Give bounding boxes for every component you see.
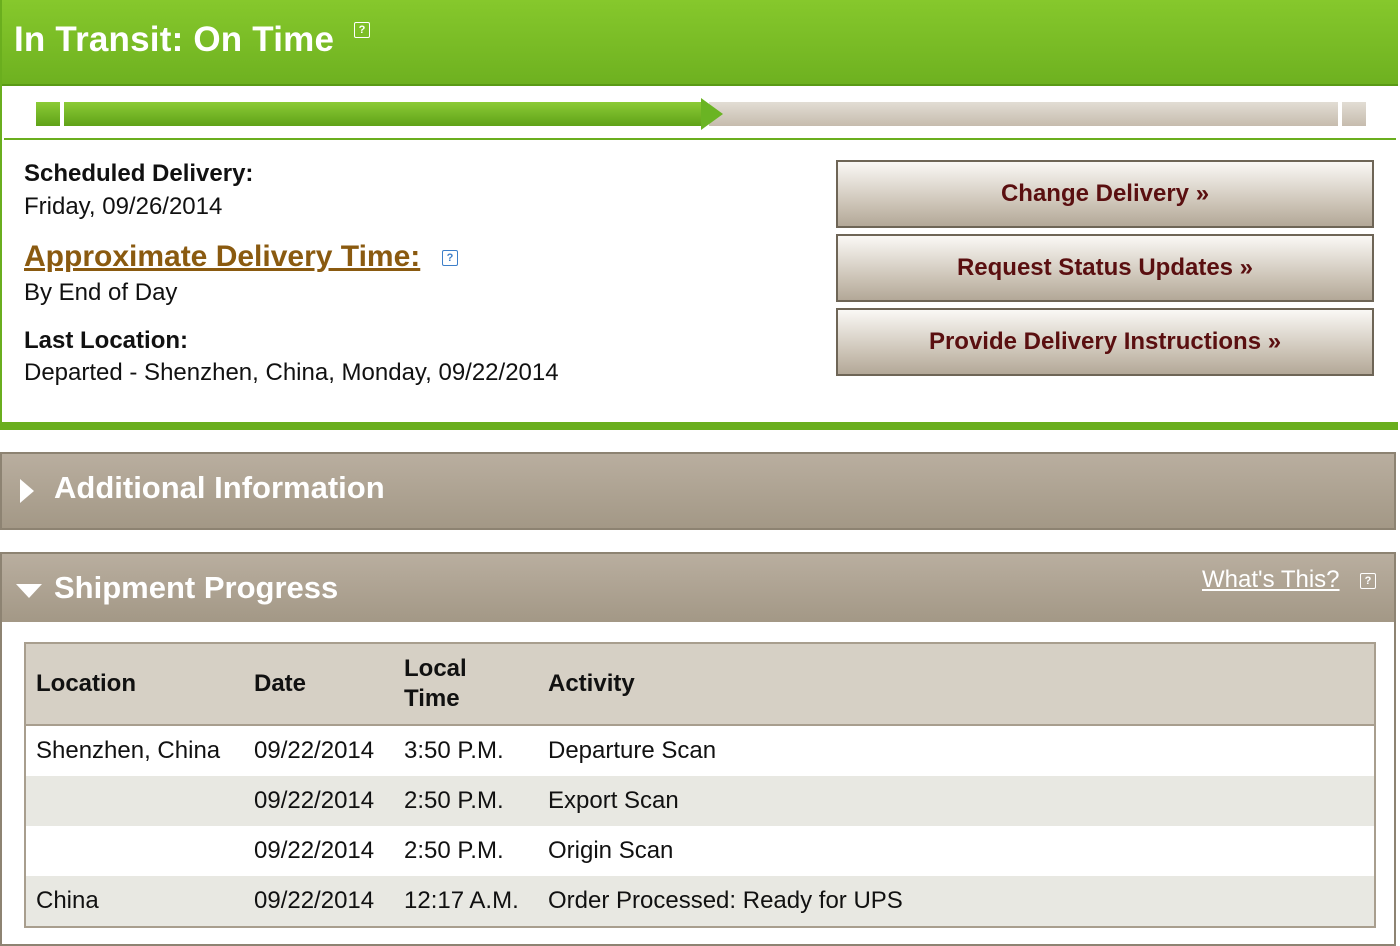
progress-start-block: [36, 102, 60, 126]
last-location-label: Last Location:: [24, 327, 189, 354]
shipment-progress-panel: Location Date Local Time Activity Shenzh…: [0, 622, 1396, 946]
last-location-value: Departed - Shenzhen, China, Monday, 09/2…: [24, 359, 559, 386]
progress-arrow-icon: [701, 98, 723, 130]
progress-bar: [4, 86, 1396, 140]
delivery-details: Scheduled Delivery: Friday, 09/26/2014 A…: [4, 140, 1396, 422]
cell-activity: Departure Scan: [548, 737, 717, 764]
status-title: In Transit: On Time: [14, 20, 335, 59]
cell-location: [25, 826, 244, 876]
cell-local-time: 2:50 P.M.: [404, 837, 504, 864]
shipment-progress-toggle[interactable]: Shipment Progress What's This? ?: [0, 552, 1396, 624]
column-header-date: Date: [244, 643, 394, 726]
progress-fill: [64, 102, 701, 126]
help-icon[interactable]: ?: [442, 250, 458, 266]
scheduled-delivery-label: Scheduled Delivery:: [24, 160, 254, 187]
request-status-updates-button[interactable]: Request Status Updates »: [836, 234, 1374, 302]
cell-local-time: 3:50 P.M.: [404, 737, 504, 764]
expand-arrow-icon: [20, 479, 34, 503]
approx-delivery-value: By End of Day: [24, 279, 178, 306]
column-header-activity: Activity: [538, 643, 1375, 726]
cell-local-time: 2:50 P.M.: [394, 776, 538, 826]
scheduled-delivery-value: Friday, 09/26/2014: [24, 193, 223, 220]
cell-date: 09/22/2014: [244, 776, 394, 826]
change-delivery-button[interactable]: Change Delivery »: [836, 160, 1374, 228]
cell-local-time: 12:17 A.M.: [394, 876, 538, 927]
shipment-progress-table: Location Date Local Time Activity Shenzh…: [24, 642, 1376, 928]
cell-date: 09/22/2014: [244, 876, 394, 927]
help-icon[interactable]: ?: [354, 22, 370, 38]
shipment-progress-title: Shipment Progress: [54, 570, 339, 605]
column-header-local-time: Local Time: [394, 643, 538, 726]
progress-track: [709, 102, 1338, 126]
cell-activity: Origin Scan: [548, 837, 674, 864]
cell-location: Shenzhen, China: [36, 737, 221, 764]
provide-delivery-instructions-button[interactable]: Provide Delivery Instructions »: [836, 308, 1374, 376]
approx-delivery-time-link[interactable]: Approximate Delivery Time:: [24, 240, 420, 274]
cell-activity: Export Scan: [538, 776, 1375, 826]
help-icon[interactable]: ?: [1360, 573, 1376, 589]
status-panel: In Transit: On Time ? Scheduled Delivery…: [0, 0, 1398, 430]
cell-date: 09/22/2014: [254, 737, 375, 764]
cell-location: China: [25, 876, 244, 927]
table-row: 09/22/2014 2:50 P.M. Export Scan: [25, 776, 1375, 826]
column-header-location: Location: [25, 643, 244, 726]
collapse-arrow-icon: [16, 584, 42, 598]
table-row: China 09/22/2014 12:17 A.M. Order Proces…: [25, 876, 1375, 927]
additional-information-title: Additional Information: [54, 470, 385, 505]
progress-end-block: [1342, 102, 1366, 126]
table-header-row: Location Date Local Time Activity: [25, 643, 1375, 726]
table-row: Shenzhen, China 09/22/2014 3:50 P.M. Dep…: [25, 725, 1375, 776]
status-header: In Transit: On Time ?: [2, 0, 1398, 86]
status-bottom-border: [2, 422, 1398, 430]
cell-activity: Order Processed: Ready for UPS: [538, 876, 1375, 927]
cell-location: [25, 776, 244, 826]
table-row: 09/22/2014 2:50 P.M. Origin Scan: [25, 826, 1375, 876]
whats-this-link[interactable]: What's This?: [1202, 566, 1340, 594]
cell-date: 09/22/2014: [254, 837, 375, 864]
additional-information-toggle[interactable]: Additional Information: [0, 452, 1396, 530]
